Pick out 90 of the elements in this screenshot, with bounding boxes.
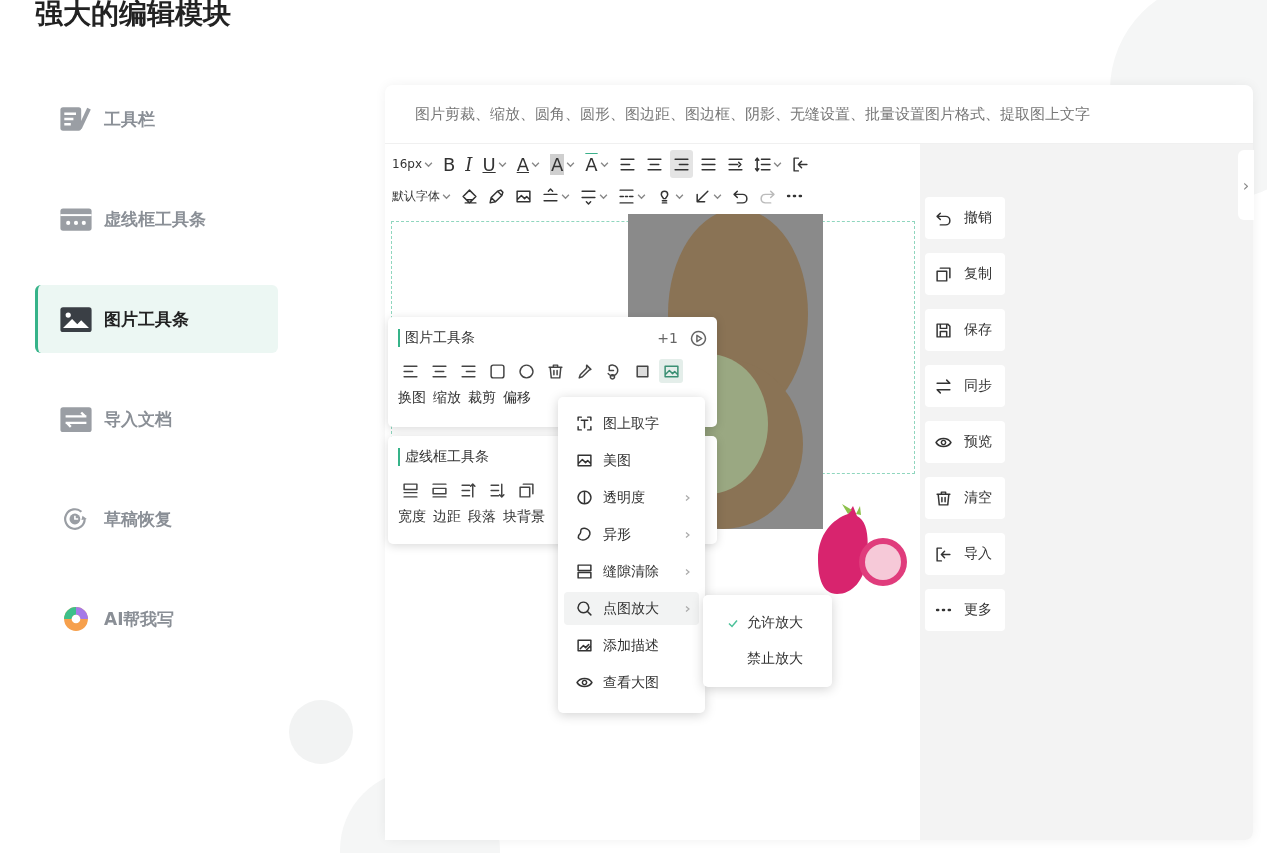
align-center-icon bbox=[645, 155, 663, 173]
menu-item[interactable]: 查看大图 bbox=[564, 666, 699, 699]
sync-icon bbox=[935, 377, 952, 395]
undo-icon bbox=[732, 187, 749, 205]
exit-icon bbox=[791, 155, 809, 173]
arrow-icon bbox=[694, 187, 711, 205]
line-height-icon bbox=[753, 155, 771, 173]
menu-item[interactable]: 缝隙清除 bbox=[564, 555, 699, 588]
more-icon bbox=[786, 194, 803, 198]
shape-icon bbox=[576, 526, 593, 543]
action-button[interactable]: 更多 bbox=[925, 589, 1005, 631]
brush-icon bbox=[488, 187, 505, 205]
dashed-bar-icon bbox=[60, 206, 92, 232]
edit-document-icon bbox=[60, 106, 92, 132]
toolbar-option[interactable]: 边距 bbox=[433, 508, 461, 526]
menu-item[interactable]: 允许放大 bbox=[711, 605, 824, 641]
more-icon bbox=[935, 608, 952, 612]
para-below-icon bbox=[580, 187, 597, 205]
chevron-right-icon bbox=[683, 530, 691, 539]
check-icon bbox=[727, 617, 739, 629]
save-icon bbox=[935, 321, 952, 339]
indent-icon bbox=[726, 155, 744, 173]
caret-icon bbox=[561, 191, 570, 201]
menu-item[interactable]: 添加描述 bbox=[564, 629, 699, 662]
toolbar-button[interactable]: 默认字体 bbox=[389, 182, 454, 210]
caret-icon bbox=[675, 191, 684, 201]
toolbar-button[interactable]: 16px bbox=[389, 150, 436, 178]
toolbar-button[interactable] bbox=[669, 150, 693, 178]
caret-icon bbox=[772, 159, 782, 169]
toolbar-button[interactable]: U bbox=[479, 150, 510, 178]
chevron-right-icon bbox=[683, 567, 691, 576]
align-left-icon bbox=[618, 155, 636, 173]
caret-icon bbox=[637, 191, 646, 201]
menu-item[interactable]: 图上取字 bbox=[564, 407, 699, 440]
image-icon[interactable] bbox=[659, 359, 683, 383]
caret-icon bbox=[566, 159, 576, 169]
copy-icon bbox=[935, 265, 952, 283]
justify-icon bbox=[699, 155, 717, 173]
action-button[interactable]: 清空 bbox=[925, 477, 1005, 519]
caret-icon bbox=[497, 159, 507, 169]
menu-item[interactable]: 禁止放大 bbox=[711, 641, 824, 677]
describe-icon bbox=[576, 637, 593, 654]
caret-icon bbox=[599, 159, 609, 169]
caret-icon bbox=[442, 191, 451, 201]
action-button[interactable]: 撤销 bbox=[925, 197, 1005, 239]
toolbar-option[interactable]: 换图 bbox=[398, 389, 426, 407]
collapse-handle[interactable]: › bbox=[1238, 150, 1254, 220]
divider-icon bbox=[618, 187, 635, 205]
action-button[interactable]: 预览 bbox=[925, 421, 1005, 463]
toolbar-option[interactable]: 块背景 bbox=[503, 508, 545, 526]
toolbar-button[interactable]: B bbox=[440, 150, 459, 178]
sidebar-item[interactable]: 图片工具条 bbox=[35, 285, 278, 353]
redo-icon bbox=[759, 187, 776, 205]
chevron-right-icon bbox=[683, 604, 691, 613]
toolbar-option[interactable]: 宽度 bbox=[398, 508, 426, 526]
align-right-icon bbox=[672, 155, 690, 173]
eraser-icon bbox=[461, 187, 478, 205]
toolbar-option[interactable]: 段落 bbox=[468, 508, 496, 526]
image-icon bbox=[576, 452, 593, 469]
gap-icon bbox=[576, 563, 593, 580]
action-button[interactable]: 导入 bbox=[925, 533, 1005, 575]
toolbar-option[interactable]: 裁剪 bbox=[468, 389, 496, 407]
ocr-icon bbox=[576, 415, 593, 432]
caret-icon bbox=[599, 191, 608, 201]
chevron-right-icon bbox=[683, 493, 691, 502]
toolbar-button[interactable]: I bbox=[462, 150, 476, 178]
toolbar-option[interactable]: 偏移 bbox=[503, 389, 531, 407]
toolbar-button[interactable]: A bbox=[547, 150, 579, 178]
image-icon bbox=[60, 306, 92, 332]
caret-icon bbox=[531, 159, 540, 169]
action-button[interactable]: 同步 bbox=[925, 365, 1005, 407]
toolbar-button[interactable]: A bbox=[513, 150, 543, 178]
search-icon bbox=[576, 600, 593, 617]
image-icon bbox=[515, 187, 532, 205]
panel-title: 图片工具条 bbox=[398, 329, 658, 347]
contrast-icon bbox=[576, 489, 593, 506]
caret-icon bbox=[424, 159, 433, 169]
swap-arrows-icon bbox=[60, 406, 92, 432]
count-label: +1 bbox=[657, 330, 678, 346]
menu-item[interactable]: 透明度 bbox=[564, 481, 699, 514]
trash-icon bbox=[935, 489, 952, 507]
menu-item[interactable]: 异形 bbox=[564, 518, 699, 551]
caret-icon bbox=[713, 191, 722, 201]
undo-icon bbox=[935, 209, 952, 227]
action-button[interactable]: 复制 bbox=[925, 253, 1005, 295]
action-button[interactable]: 保存 bbox=[925, 309, 1005, 351]
toolbar-button[interactable]: A bbox=[582, 150, 612, 178]
toolbar-option[interactable]: 缩放 bbox=[433, 389, 461, 407]
exit-icon bbox=[935, 545, 952, 563]
menu-item[interactable]: 点图放大 bbox=[564, 592, 699, 625]
